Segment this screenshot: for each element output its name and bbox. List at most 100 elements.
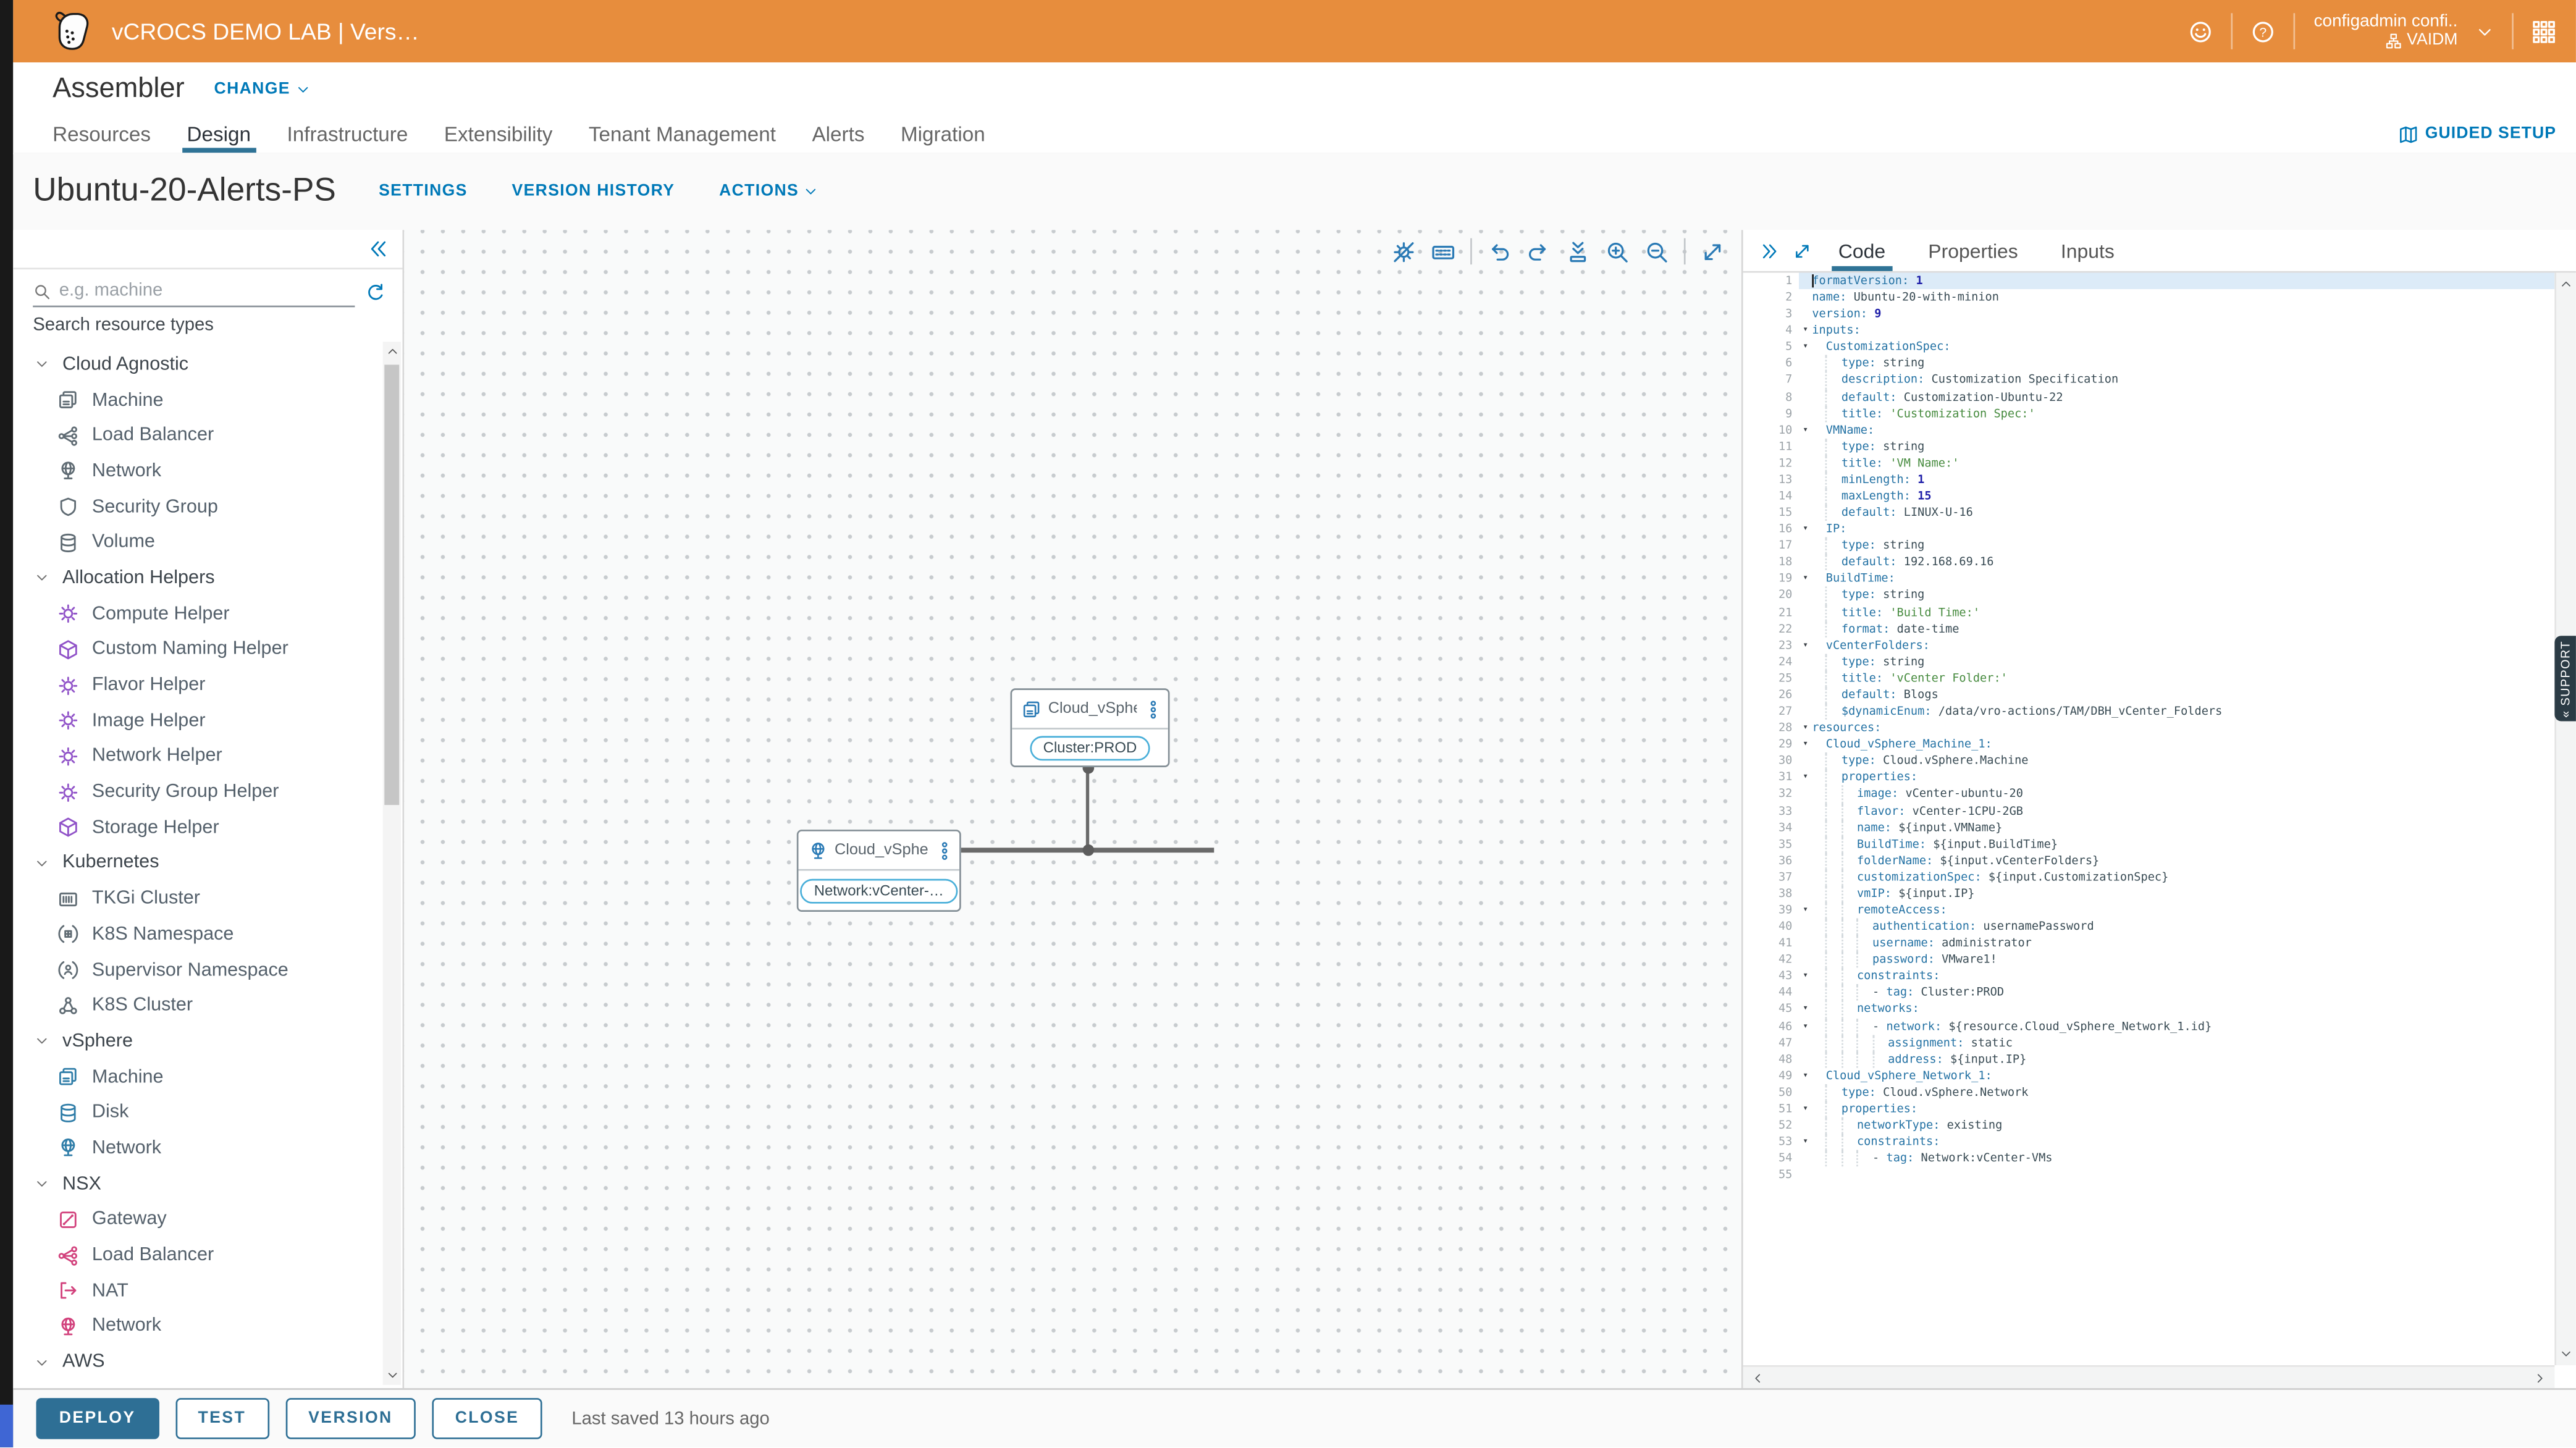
constraint-tag-pill[interactable]: Cluster:PROD — [1030, 735, 1150, 760]
code-line[interactable]: 39▾ remoteAccess: — [1743, 902, 2555, 919]
zoom-in-icon[interactable] — [1605, 239, 1630, 264]
tab-infrastructure[interactable]: Infrastructure — [287, 115, 408, 153]
sidebar-item-nsx-network[interactable]: Network — [13, 1308, 379, 1344]
code-line[interactable]: 41 username: administrator — [1743, 935, 2555, 952]
code-line[interactable]: 34 name: ${input.VMName} — [1743, 819, 2555, 836]
constraint-tag-pill[interactable]: Network:vCenter-… — [801, 878, 957, 903]
sidebar-item-kubernetes-tkgi-cluster[interactable]: TKGi Cluster — [13, 881, 379, 917]
code-line[interactable]: 48 address: ${input.IP} — [1743, 1051, 2555, 1067]
sidebar-item-cloud-agnostic-volume[interactable]: Volume — [13, 525, 379, 561]
doc-link-version-history[interactable]: VERSION HISTORY — [512, 182, 675, 200]
sidebar-item-allocation-helpers-network-helper[interactable]: Network Helper — [13, 739, 379, 775]
code-line[interactable]: 29▾ Cloud_vSphere_Machine_1: — [1743, 736, 2555, 753]
user-menu[interactable]: configadmin confi.. VAIDM — [2314, 12, 2458, 51]
code-line[interactable]: 15 default: LINUX-U-16 — [1743, 505, 2555, 521]
sidebar-item-allocation-helpers-storage-helper[interactable]: Storage Helper — [13, 810, 379, 846]
code-line[interactable]: 24 type: string — [1743, 654, 2555, 670]
keyboard-icon[interactable] — [1431, 239, 1455, 264]
node-menu-kebab-icon[interactable] — [935, 840, 954, 860]
sidebar-item-kubernetes-supervisor-namespace[interactable]: Supervisor Namespace — [13, 953, 379, 988]
code-line[interactable]: 12 title: 'VM Name:' — [1743, 455, 2555, 471]
refresh-icon[interactable] — [364, 282, 386, 304]
sidebar-item-allocation-helpers-compute-helper[interactable]: Compute Helper — [13, 596, 379, 632]
code-fold-arrow[interactable]: ▾ — [1799, 968, 1812, 985]
sidebar-item-nsx-gateway[interactable]: Gateway — [13, 1202, 379, 1237]
scroll-up-icon[interactable] — [2559, 277, 2572, 290]
close-button[interactable]: CLOSE — [432, 1399, 542, 1439]
chevron-down-icon[interactable] — [35, 1034, 49, 1049]
tab-alerts[interactable]: Alerts — [812, 115, 864, 153]
code-line[interactable]: 53▾ constraints: — [1743, 1134, 2555, 1150]
code-line[interactable]: 50 type: Cloud.vSphere.Network — [1743, 1084, 2555, 1101]
code-line[interactable]: 51▾ properties: — [1743, 1101, 2555, 1118]
code-line[interactable]: 2name: Ubuntu-20-with-minion — [1743, 289, 2555, 306]
code-line[interactable]: 37 customizationSpec: ${input.Customizat… — [1743, 869, 2555, 885]
code-line[interactable]: 30 type: Cloud.vSphere.Machine — [1743, 753, 2555, 770]
code-fold-arrow[interactable]: ▾ — [1799, 736, 1812, 753]
sidebar-item-nsx-nat[interactable]: NAT — [13, 1273, 379, 1309]
sidebar-item-kubernetes-k8s-cluster[interactable]: K8S Cluster — [13, 988, 379, 1024]
code-line[interactable]: 32 image: vCenter-ubuntu-20 — [1743, 786, 2555, 802]
code-fold-arrow[interactable]: ▾ — [1799, 902, 1812, 919]
code-line[interactable]: 16▾ IP: — [1743, 521, 2555, 537]
import-icon[interactable] — [1565, 239, 1590, 264]
editor-horizontal-scrollbar[interactable] — [1743, 1366, 2555, 1389]
code-fold-arrow[interactable]: ▾ — [1799, 720, 1812, 736]
chevron-down-icon[interactable] — [35, 1177, 49, 1192]
chevron-down-icon[interactable] — [35, 1355, 49, 1370]
doc-link-actions[interactable]: ACTIONS — [719, 182, 819, 200]
code-line[interactable]: 3version: 9 — [1743, 306, 2555, 322]
code-line[interactable]: 49▾ Cloud_vSphere_Network_1: — [1743, 1067, 2555, 1084]
code-line[interactable]: 55 — [1743, 1167, 2555, 1184]
code-fold-arrow[interactable]: ▾ — [1799, 422, 1812, 439]
sidebar-scrollbar[interactable] — [383, 342, 401, 1386]
chevron-down-icon[interactable] — [35, 571, 49, 586]
scroll-left-icon[interactable] — [1751, 1371, 1764, 1384]
code-line[interactable]: 28▾resources: — [1743, 720, 2555, 736]
code-line[interactable]: 38 vmIP: ${input.IP} — [1743, 885, 2555, 902]
sidebar-section-kubernetes[interactable]: Kubernetes — [13, 846, 379, 882]
code-fold-arrow[interactable]: ▾ — [1799, 637, 1812, 654]
doc-link-settings[interactable]: SETTINGS — [379, 182, 468, 200]
code-line[interactable]: 10▾ VMName: — [1743, 422, 2555, 439]
code-line[interactable]: 6 type: string — [1743, 355, 2555, 372]
code-line[interactable]: 52 networkType: existing — [1743, 1117, 2555, 1134]
undo-icon[interactable] — [1487, 239, 1512, 264]
code-fold-arrow[interactable]: ▾ — [1799, 1067, 1812, 1084]
sidebar-section-nsx[interactable]: NSX — [13, 1166, 379, 1202]
node-cloud-vsphere-machine[interactable]: Cloud_vSphere… Cluster:PROD — [1011, 688, 1170, 767]
expand-panel-icon[interactable] — [1792, 241, 1812, 261]
scroll-up-icon[interactable] — [385, 345, 398, 358]
sidebar-item-allocation-helpers-flavor-helper[interactable]: Flavor Helper — [13, 667, 379, 703]
code-line[interactable]: 27 $dynamicEnum: /data/vro-actions/TAM/D… — [1743, 703, 2555, 720]
code-line[interactable]: 36 folderName: ${input.vCenterFolders} — [1743, 852, 2555, 869]
tab-tenant-management[interactable]: Tenant Management — [589, 115, 776, 153]
sidebar-item-allocation-helpers-image-helper[interactable]: Image Helper — [13, 703, 379, 739]
code-line[interactable]: 4▾inputs: — [1743, 322, 2555, 339]
code-fold-arrow[interactable]: ▾ — [1799, 339, 1812, 356]
code-line[interactable]: 42 password: VMware1! — [1743, 951, 2555, 968]
code-line[interactable]: 33 flavor: vCenter-1CPU-2GB — [1743, 802, 2555, 819]
code-fold-arrow[interactable]: ▾ — [1799, 571, 1812, 587]
guided-setup-link[interactable]: GUIDED SETUP — [2399, 115, 2556, 153]
design-canvas[interactable]: Cloud_vSphere… Cluster:PROD Cloud_vSpher… — [404, 230, 1741, 1389]
tab-resources[interactable]: Resources — [53, 115, 151, 153]
code-line[interactable]: 19▾ BuildTime: — [1743, 571, 2555, 587]
code-line[interactable]: 22 format: date-time — [1743, 620, 2555, 637]
code-line[interactable]: 7 description: Customization Specificati… — [1743, 372, 2555, 389]
code-fold-arrow[interactable]: ▾ — [1799, 770, 1812, 786]
sidebar-item-kubernetes-k8s-namespace[interactable]: K8S Namespace — [13, 917, 379, 953]
chevron-down-icon[interactable] — [35, 856, 49, 870]
node-menu-kebab-icon[interactable] — [1143, 699, 1163, 719]
code-line[interactable]: 54 - tag: Network:vCenter-VMs — [1743, 1150, 2555, 1167]
code-line[interactable]: 23▾ vCenterFolders: — [1743, 637, 2555, 654]
version-button[interactable]: VERSION — [285, 1399, 416, 1439]
feedback-smiley-icon[interactable] — [2189, 19, 2213, 44]
code-fold-arrow[interactable]: ▾ — [1799, 322, 1812, 339]
sidebar-item-vsphere-network[interactable]: Network — [13, 1130, 379, 1166]
user-menu-chevron-icon[interactable] — [2476, 22, 2494, 40]
code-line[interactable]: 17 type: string — [1743, 537, 2555, 554]
code-line[interactable]: 11 type: string — [1743, 438, 2555, 455]
sidebar-item-cloud-agnostic-security-group[interactable]: Security Group — [13, 489, 379, 525]
sidebar-item-vsphere-machine[interactable]: Machine — [13, 1059, 379, 1095]
